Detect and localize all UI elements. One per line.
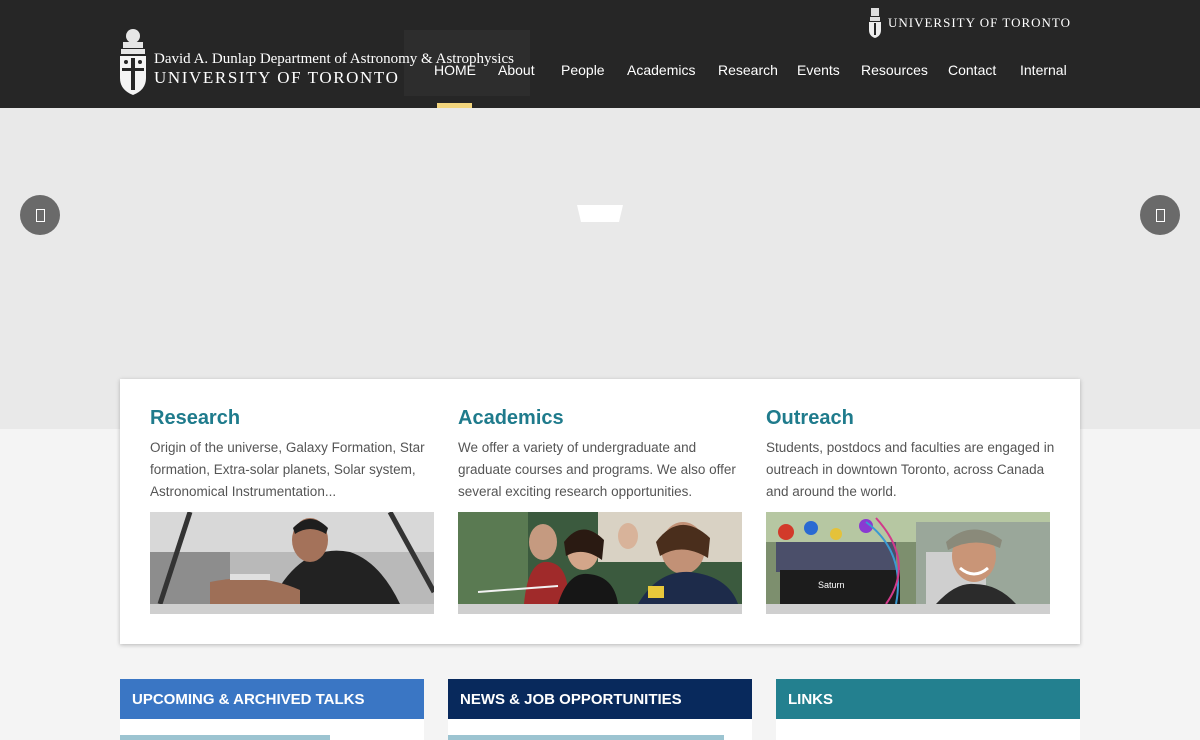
section-links: LINKS: [776, 679, 1080, 740]
card-title[interactable]: Outreach: [766, 407, 854, 430]
section-header[interactable]: NEWS & JOB OPPORTUNITIES: [448, 679, 752, 719]
chevron-right-icon: [1155, 208, 1165, 222]
section-news: NEWS & JOB OPPORTUNITIES: [448, 679, 752, 740]
section-header[interactable]: LINKS: [776, 679, 1080, 719]
nav-people[interactable]: People: [561, 62, 605, 78]
university-link[interactable]: UNIVERSITY OF TORONTO: [868, 8, 1071, 38]
section-header[interactable]: UPCOMING & ARCHIVED TALKS: [120, 679, 424, 719]
slider-prev-button[interactable]: [20, 195, 60, 235]
nav-home[interactable]: HOME: [434, 62, 476, 78]
card-text: We offer a variety of undergraduate and …: [458, 440, 736, 499]
nav-events[interactable]: Events: [797, 62, 840, 78]
section-talks: UPCOMING & ARCHIVED TALKS: [120, 679, 424, 740]
outreach-photo[interactable]: Saturn: [766, 512, 1050, 614]
nav-contact[interactable]: Contact: [948, 62, 996, 78]
saturn-sign: Saturn: [818, 580, 845, 590]
crest-icon: [869, 8, 881, 38]
main-nav: HOME About People Academics Research Eve…: [0, 62, 1200, 82]
card-title[interactable]: Research: [150, 407, 240, 430]
research-photo[interactable]: [150, 512, 434, 614]
card-text: Students, postdocs and faculties are eng…: [766, 440, 1055, 499]
card-title[interactable]: Academics: [458, 407, 564, 430]
nav-academics[interactable]: Academics: [627, 62, 695, 78]
card-text: Origin of the universe, Galaxy Formation…: [150, 440, 425, 499]
university-name: UNIVERSITY OF TORONTO: [888, 15, 1072, 30]
nav-research[interactable]: Research: [718, 62, 778, 78]
chevron-left-icon: [35, 208, 45, 222]
nav-resources[interactable]: Resources: [861, 62, 928, 78]
academics-photo[interactable]: [458, 512, 742, 614]
slider-next-button[interactable]: [1140, 195, 1180, 235]
feature-cards: Research Origin of the universe, Galaxy …: [120, 379, 1080, 644]
nav-internal[interactable]: Internal: [1020, 62, 1067, 78]
slide-caption-tab[interactable]: [577, 205, 623, 222]
nav-about[interactable]: About: [498, 62, 535, 78]
